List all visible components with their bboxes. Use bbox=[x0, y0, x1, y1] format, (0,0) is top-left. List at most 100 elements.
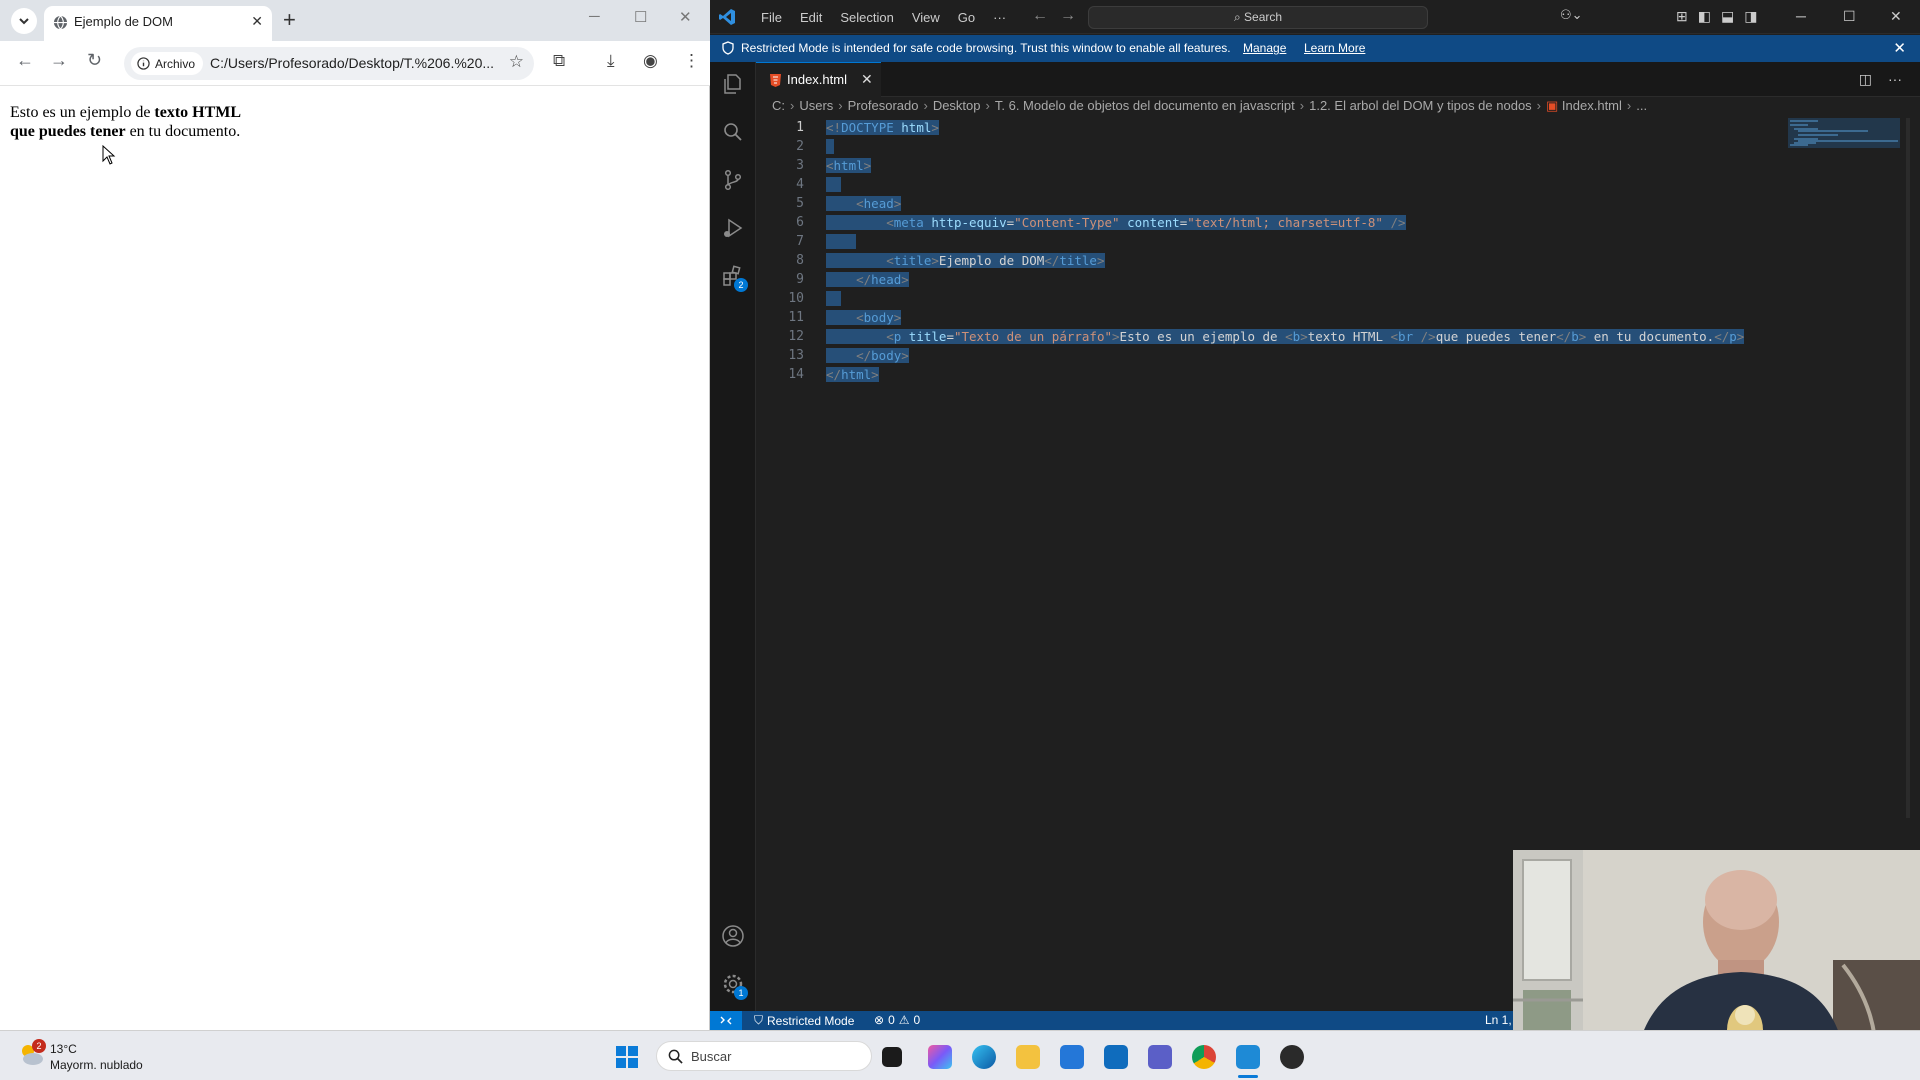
extensions-icon[interactable]: ⧉ bbox=[553, 51, 565, 71]
breadcrumb-item[interactable]: Profesorado bbox=[848, 98, 919, 113]
search-icon: ⌕ bbox=[1233, 10, 1245, 24]
explorer-icon[interactable] bbox=[721, 72, 745, 96]
menu-edit[interactable]: Edit bbox=[791, 10, 831, 25]
weather-widget[interactable]: 2 bbox=[16, 1039, 46, 1074]
menu-file[interactable]: File bbox=[752, 10, 791, 25]
new-tab-button[interactable]: + bbox=[283, 7, 296, 33]
close-window-button[interactable]: ✕ bbox=[679, 8, 692, 26]
download-icon[interactable]: ⤓ bbox=[607, 51, 615, 71]
info-icon bbox=[137, 57, 150, 70]
code-content: <!DOCTYPE html> <html> <head> <meta http… bbox=[826, 118, 1745, 384]
site-info-chip[interactable]: Archivo bbox=[131, 52, 204, 75]
address-bar[interactable]: Archivo C:/Users/Profesorado/Desktop/T.%… bbox=[124, 47, 534, 80]
customize-layout-icon[interactable]: ⊞ bbox=[1676, 8, 1688, 25]
copilot-icon[interactable]: ⚇⌄ bbox=[1560, 7, 1583, 23]
tab-search-button[interactable] bbox=[11, 8, 37, 34]
toggle-sidebar-icon[interactable]: ◧ bbox=[1698, 8, 1711, 25]
banner-learn-more-link[interactable]: Learn More bbox=[1304, 41, 1365, 55]
breadcrumb-item[interactable]: ... bbox=[1636, 98, 1647, 113]
nav-back-icon[interactable]: ← bbox=[1032, 7, 1048, 25]
menu-more[interactable]: ··· bbox=[984, 10, 1015, 25]
remote-indicator[interactable] bbox=[710, 1011, 742, 1030]
menu-selection[interactable]: Selection bbox=[831, 10, 902, 25]
breadcrumb-item[interactable]: 1.2. El arbol del DOM y tipos de nodos bbox=[1309, 98, 1532, 113]
outlook-icon[interactable] bbox=[1104, 1045, 1128, 1069]
task-view-icon[interactable] bbox=[882, 1047, 902, 1067]
line-number: 9 bbox=[796, 272, 804, 287]
restricted-mode-label: Restricted Mode bbox=[767, 1013, 855, 1028]
minimap[interactable] bbox=[1788, 118, 1900, 148]
more-actions-icon[interactable]: ··· bbox=[1888, 71, 1902, 88]
code-line: </body> bbox=[826, 348, 909, 363]
more-menu-icon[interactable]: ⋮ bbox=[683, 51, 700, 71]
copilot-app-icon[interactable] bbox=[928, 1045, 952, 1069]
globe-icon bbox=[53, 15, 68, 30]
teams-icon[interactable] bbox=[1148, 1045, 1172, 1069]
file-explorer-icon[interactable] bbox=[1016, 1045, 1040, 1069]
accounts-icon[interactable] bbox=[721, 924, 745, 948]
error-count: 0 bbox=[888, 1013, 895, 1027]
maximize-button[interactable]: ☐ bbox=[634, 8, 647, 26]
run-debug-icon[interactable] bbox=[721, 216, 745, 240]
forward-button[interactable]: → bbox=[50, 50, 68, 71]
menu-go[interactable]: Go bbox=[949, 10, 984, 25]
obs-recorder-icon[interactable] bbox=[1280, 1045, 1304, 1069]
command-center-search[interactable]: ⌕ Search bbox=[1088, 6, 1428, 29]
vscode-maximize-button[interactable]: ☐ bbox=[1843, 8, 1856, 25]
taskbar-search[interactable]: Buscar bbox=[656, 1041, 872, 1071]
vscode-minimize-button[interactable]: ─ bbox=[1796, 8, 1806, 24]
code-line: <p title="Texto de un párrafo">Esto es u… bbox=[826, 329, 1745, 344]
line-number: 5 bbox=[796, 196, 804, 211]
toggle-secondary-sidebar-icon[interactable]: ◨ bbox=[1744, 8, 1757, 25]
source-control-icon[interactable] bbox=[721, 168, 745, 192]
browser-tab-title: Ejemplo de DOM bbox=[74, 14, 173, 29]
breadcrumb-item[interactable]: T. 6. Modelo de objetos del documento en… bbox=[995, 98, 1295, 113]
chrome-icon[interactable] bbox=[1192, 1045, 1216, 1069]
search-icon[interactable] bbox=[721, 120, 745, 144]
page-paragraph: Esto es un ejemplo de texto HTML que pue… bbox=[10, 103, 241, 141]
breadcrumb-item[interactable]: C: bbox=[772, 98, 785, 113]
vscode-close-button[interactable]: ✕ bbox=[1890, 8, 1902, 25]
cursor-position-status[interactable]: Ln 1, bbox=[1485, 1013, 1512, 1027]
reload-button[interactable]: ↻ bbox=[87, 50, 102, 71]
editor-scrollbar[interactable] bbox=[1906, 118, 1910, 818]
back-button[interactable]: ← bbox=[16, 50, 34, 71]
menu-view[interactable]: View bbox=[903, 10, 949, 25]
profile-icon[interactable]: ◉ bbox=[643, 51, 658, 71]
close-tab-icon[interactable]: ✕ bbox=[861, 71, 873, 88]
vscode-taskbar-icon[interactable] bbox=[1236, 1045, 1260, 1069]
remote-icon bbox=[720, 1016, 732, 1025]
layout-controls: ⊞ ◧ ⬓ ◨ bbox=[1676, 8, 1757, 25]
command-center-label: Search bbox=[1244, 10, 1283, 24]
minimize-button[interactable]: ─ bbox=[589, 8, 600, 25]
problems-status[interactable]: ⊗ 0 ⚠ 0 bbox=[874, 1013, 920, 1027]
breadcrumb-item[interactable]: Desktop bbox=[933, 98, 981, 113]
edge-browser-icon[interactable] bbox=[972, 1045, 996, 1069]
banner-manage-link[interactable]: Manage bbox=[1243, 41, 1286, 55]
split-editor-icon[interactable]: ◫ bbox=[1859, 71, 1872, 88]
breadcrumb: C: › Users › Profesorado › Desktop › T. 6. Model… bbox=[772, 98, 1648, 113]
line-number: 4 bbox=[796, 177, 804, 192]
shield-icon: ⛉ bbox=[754, 1013, 764, 1027]
breadcrumb-item[interactable]: Users bbox=[799, 98, 833, 113]
tab-label: Index.html bbox=[787, 72, 847, 87]
banner-close-icon[interactable]: ✕ bbox=[1893, 39, 1906, 57]
vscode-menubar: File Edit Selection View Go ··· bbox=[752, 0, 1015, 34]
line-numbers: 1 2 3 4 5 6 7 8 9 10 11 12 13 14 bbox=[756, 118, 804, 384]
close-tab-icon[interactable]: ✕ bbox=[251, 13, 263, 30]
settings-badge: 1 bbox=[734, 986, 748, 1000]
windows-start-icon[interactable] bbox=[616, 1046, 638, 1068]
browser-window: Ejemplo de DOM ✕ + ─ ☐ ✕ ← → ↻ Archivo C… bbox=[0, 0, 710, 1030]
browser-tab[interactable]: Ejemplo de DOM ✕ bbox=[44, 6, 272, 41]
breadcrumb-item[interactable]: Index.html bbox=[1562, 98, 1622, 113]
code-line bbox=[826, 289, 1744, 308]
line-number: 3 bbox=[796, 158, 804, 173]
microsoft-store-icon[interactable] bbox=[1060, 1045, 1084, 1069]
restricted-mode-status[interactable]: ⛉ Restricted Mode bbox=[754, 1013, 854, 1028]
toggle-panel-icon[interactable]: ⬓ bbox=[1721, 8, 1734, 25]
bookmark-star-icon[interactable]: ☆ bbox=[509, 52, 524, 72]
nav-forward-icon[interactable]: → bbox=[1060, 7, 1076, 25]
tab-index-html[interactable]: Index.html ✕ bbox=[756, 62, 881, 97]
error-icon: ⊗ bbox=[874, 1013, 885, 1027]
line-number: 11 bbox=[788, 310, 804, 325]
